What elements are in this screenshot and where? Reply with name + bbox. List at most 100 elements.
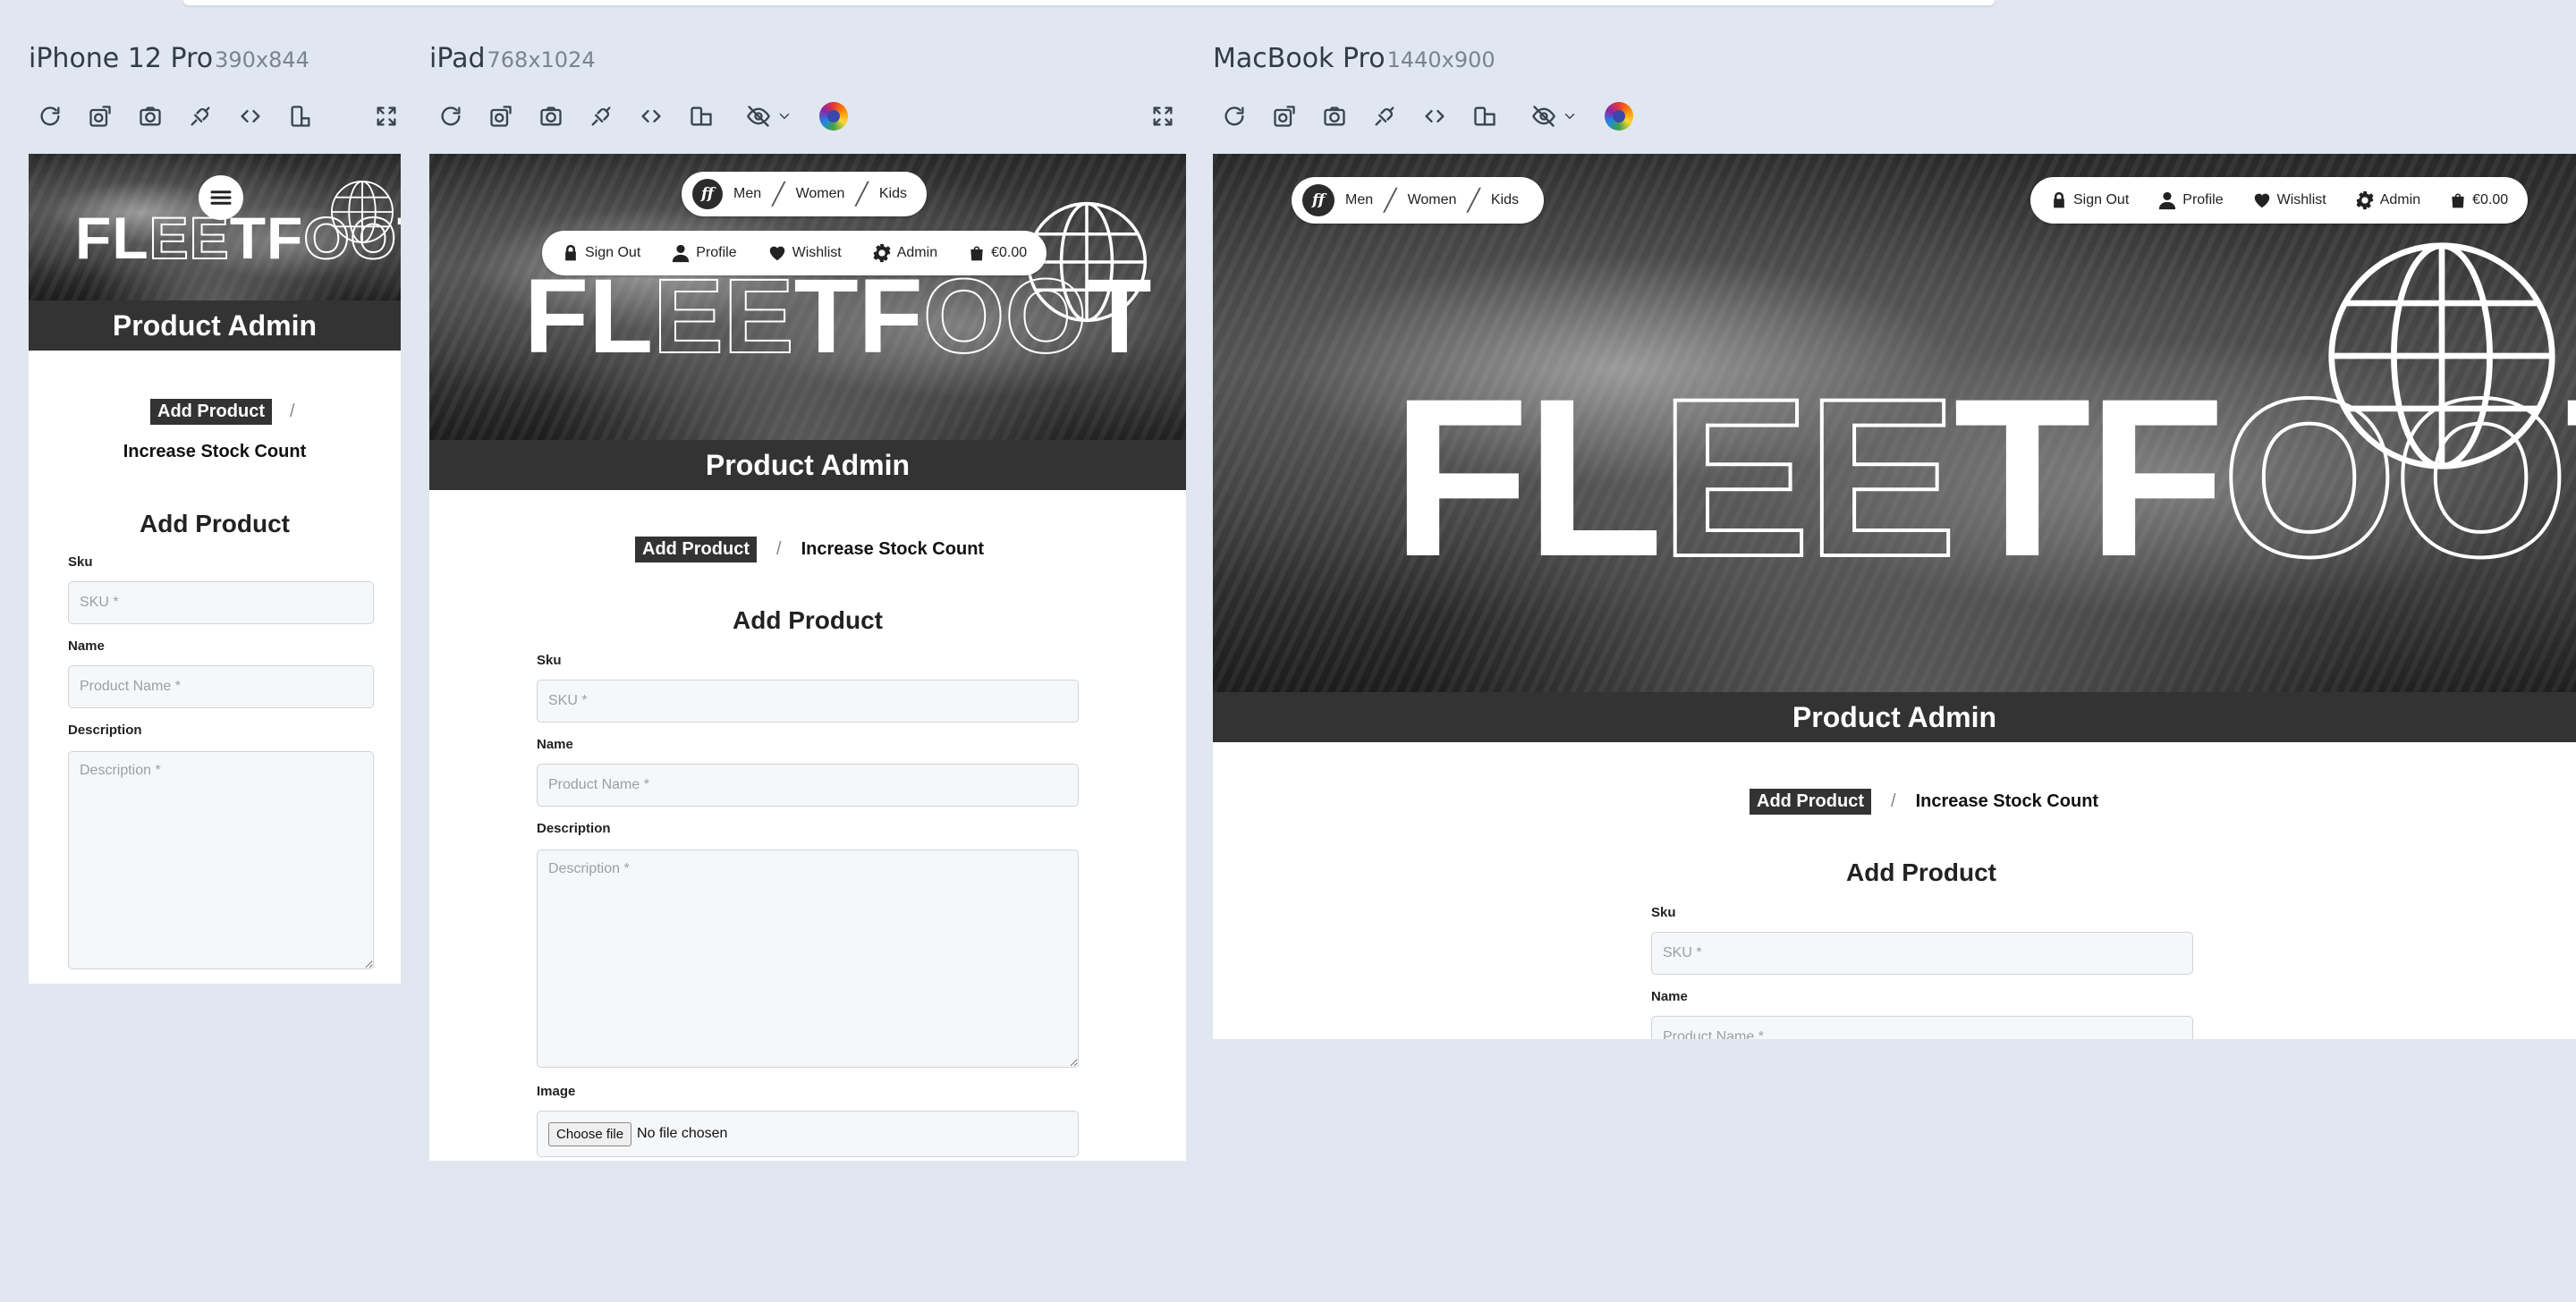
page-heading: Product Admin bbox=[429, 440, 1186, 490]
tab-add-product[interactable]: Add Product bbox=[150, 399, 272, 425]
cart-link[interactable]: €0.00 bbox=[968, 244, 1027, 262]
screenshot-full-icon[interactable] bbox=[80, 97, 120, 136]
admin-tabs: Add Product / Increase Stock Count bbox=[635, 537, 984, 562]
nav-men[interactable]: Men bbox=[1345, 192, 1373, 208]
category-nav: ff Men ╱ Women ╱ Kids bbox=[1292, 177, 1544, 224]
device-dims: 768x1024 bbox=[487, 47, 596, 72]
link-sync-icon[interactable] bbox=[1365, 97, 1404, 136]
nav-men[interactable]: Men bbox=[733, 186, 761, 202]
sku-label: Sku bbox=[68, 554, 93, 570]
description-textarea[interactable] bbox=[68, 751, 374, 969]
camera-icon[interactable] bbox=[131, 97, 170, 136]
shopping-bag-icon bbox=[2452, 193, 2464, 208]
name-label: Name bbox=[1651, 989, 1688, 1004]
code-icon[interactable] bbox=[231, 97, 270, 136]
person-icon bbox=[2159, 191, 2176, 210]
sku-input[interactable] bbox=[68, 581, 374, 624]
nav-kids[interactable]: Kids bbox=[879, 186, 907, 202]
form-title: Add Product bbox=[1846, 858, 1996, 886]
tab-increase-stock[interactable]: Increase Stock Count bbox=[801, 539, 985, 560]
page-heading: Product Admin bbox=[29, 300, 401, 351]
description-textarea[interactable] bbox=[537, 850, 1079, 1068]
nav-separator: ╱ bbox=[1384, 188, 1397, 213]
file-status: No file chosen bbox=[637, 1126, 728, 1141]
reload-icon[interactable] bbox=[1215, 97, 1254, 136]
code-icon[interactable] bbox=[631, 97, 671, 136]
person-icon bbox=[673, 244, 690, 263]
device-title-iphone: iPhone 12 Pro390x844 bbox=[29, 39, 309, 79]
image-file-input: Choose file No file chosen bbox=[537, 1111, 1079, 1157]
name-input[interactable] bbox=[537, 764, 1079, 807]
admin-link[interactable]: Admin bbox=[872, 243, 937, 263]
nav-separator: ╱ bbox=[855, 182, 869, 207]
globe-icon bbox=[329, 179, 395, 245]
form-title: Add Product bbox=[733, 606, 883, 634]
device-name: iPhone 12 Pro bbox=[29, 43, 214, 74]
profile-link[interactable]: Profile bbox=[2157, 190, 2224, 210]
admin-link[interactable]: Admin bbox=[2355, 190, 2420, 210]
ipad-viewport: FLEETFOOT ff Men ╱ Women ╱ Kids Sign Out… bbox=[429, 154, 1186, 1161]
ipad-toolbar bbox=[431, 97, 1182, 136]
heart-icon bbox=[769, 246, 784, 261]
nav-women[interactable]: Women bbox=[1408, 192, 1457, 208]
tab-add-product[interactable]: Add Product bbox=[1750, 789, 1871, 815]
admin-tabs: Add Product / Increase Stock Count bbox=[1750, 789, 2098, 815]
tab-separator: / bbox=[290, 402, 295, 421]
lock-icon bbox=[565, 244, 576, 261]
iphone-viewport: FLEETFOOT Product Admin Add Product / In… bbox=[29, 154, 401, 984]
sign-out-link[interactable]: Sign Out bbox=[562, 244, 640, 262]
top-address-bar bbox=[183, 0, 1995, 5]
wishlist-link[interactable]: Wishlist bbox=[2252, 190, 2326, 210]
fullscreen-icon[interactable] bbox=[1143, 97, 1182, 136]
rotate-device-icon[interactable] bbox=[682, 97, 721, 136]
wishlist-link[interactable]: Wishlist bbox=[767, 243, 842, 263]
chevron-down-icon[interactable] bbox=[1558, 97, 1581, 136]
choose-file-button[interactable]: Choose file bbox=[548, 1121, 632, 1146]
color-wheel-icon[interactable] bbox=[1599, 97, 1639, 136]
sku-input[interactable] bbox=[1651, 932, 2193, 975]
screenshot-full-icon[interactable] bbox=[481, 97, 521, 136]
code-icon[interactable] bbox=[1415, 97, 1454, 136]
reload-icon[interactable] bbox=[431, 97, 470, 136]
lock-icon bbox=[2054, 191, 2064, 208]
camera-icon[interactable] bbox=[531, 97, 571, 136]
menu-button[interactable] bbox=[199, 175, 243, 220]
fullscreen-icon[interactable] bbox=[367, 97, 406, 136]
camera-icon[interactable] bbox=[1315, 97, 1354, 136]
cart-link[interactable]: €0.00 bbox=[2449, 191, 2508, 209]
sign-out-link[interactable]: Sign Out bbox=[2050, 191, 2129, 209]
admin-tabs: Add Product / bbox=[150, 399, 295, 425]
sku-input[interactable] bbox=[537, 680, 1079, 723]
category-nav: ff Men ╱ Women ╱ Kids bbox=[682, 172, 927, 216]
gear-icon bbox=[2356, 190, 2374, 210]
chevron-down-icon[interactable] bbox=[773, 97, 796, 136]
form-title: Add Product bbox=[140, 510, 290, 537]
heart-icon bbox=[2254, 193, 2269, 208]
screenshot-full-icon[interactable] bbox=[1265, 97, 1304, 136]
device-name: MacBook Pro bbox=[1213, 43, 1385, 74]
name-input[interactable] bbox=[68, 665, 374, 708]
brand-mark[interactable]: ff bbox=[1302, 184, 1335, 216]
tab-increase-stock[interactable]: Increase Stock Count bbox=[1916, 791, 2099, 812]
sku-label: Sku bbox=[537, 653, 562, 668]
brand-mark[interactable]: ff bbox=[692, 179, 723, 209]
nav-separator: ╱ bbox=[772, 182, 785, 207]
device-dims: 1440x900 bbox=[1386, 47, 1496, 72]
color-wheel-icon[interactable] bbox=[814, 97, 853, 136]
image-label: Image bbox=[537, 1084, 576, 1099]
shopping-bag-icon bbox=[970, 246, 983, 261]
tab-increase-stock[interactable]: Increase Stock Count bbox=[29, 442, 401, 462]
rotate-device-icon[interactable] bbox=[281, 97, 320, 136]
reload-icon[interactable] bbox=[30, 97, 70, 136]
tab-add-product[interactable]: Add Product bbox=[635, 537, 757, 562]
link-sync-icon[interactable] bbox=[181, 97, 220, 136]
link-sync-icon[interactable] bbox=[581, 97, 621, 136]
name-label: Name bbox=[537, 737, 573, 752]
name-input[interactable] bbox=[1651, 1016, 2193, 1039]
nav-women[interactable]: Women bbox=[796, 186, 845, 202]
macbook-viewport: FLEETFOOT ff Men ╱ Women ╱ Kids Sign Out… bbox=[1213, 154, 2576, 1039]
macbook-toolbar bbox=[1215, 97, 1680, 136]
profile-link[interactable]: Profile bbox=[671, 243, 737, 263]
rotate-device-icon[interactable] bbox=[1465, 97, 1504, 136]
nav-kids[interactable]: Kids bbox=[1491, 192, 1519, 208]
